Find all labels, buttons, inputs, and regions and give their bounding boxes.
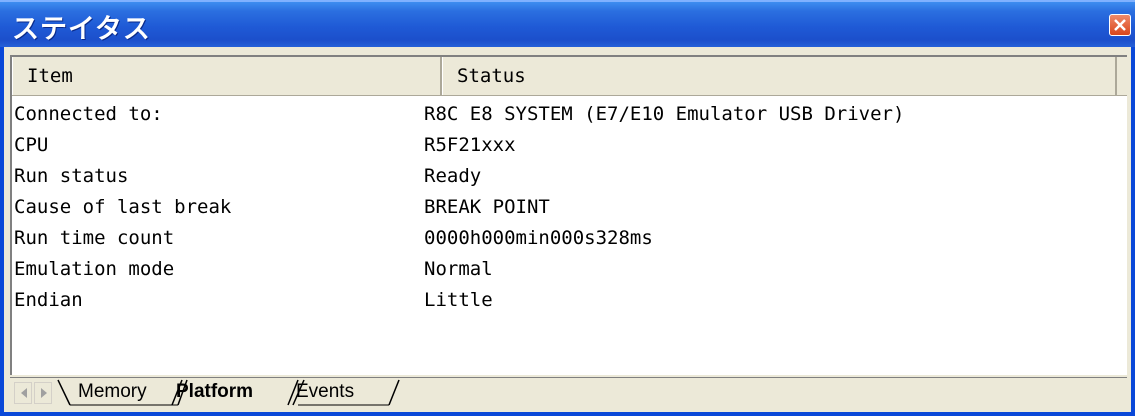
tab-scroll-left-button[interactable] (14, 382, 32, 404)
row-item: Connected to: (14, 103, 163, 125)
arrow-right-icon (41, 388, 47, 398)
row-status: 0000h000min000s328ms (424, 227, 653, 249)
row-status: R5F21xxx (424, 134, 516, 156)
tab-memory[interactable]: Memory (78, 378, 147, 406)
table-row[interactable]: Endian Little (12, 285, 1127, 316)
row-status: BREAK POINT (424, 196, 550, 218)
close-icon (1114, 19, 1126, 31)
table-row[interactable]: CPU R5F21xxx (12, 130, 1127, 161)
row-item: CPU (14, 134, 49, 156)
row-status: R8C E8 SYSTEM (E7/E10 Emulator USB Drive… (424, 103, 905, 125)
status-table: Item Status Connected to: R8C E8 SYSTEM … (10, 55, 1127, 375)
column-header-item[interactable]: Item (12, 57, 442, 95)
table-row[interactable]: Run status Ready (12, 161, 1127, 192)
row-item: Run time count (14, 227, 175, 249)
table-row[interactable]: Run time count 0000h000min000s328ms (12, 223, 1127, 254)
table-row[interactable]: Cause of last break BREAK POINT (12, 192, 1127, 223)
status-window: ステイタス Item Status Connected to: R8C E8 S… (0, 0, 1135, 416)
row-item: Cause of last break (14, 196, 232, 218)
row-status: Normal (424, 258, 493, 280)
row-item: Emulation mode (14, 258, 175, 280)
close-button[interactable] (1109, 14, 1131, 36)
window-title: ステイタス (12, 14, 151, 45)
row-status: Ready (424, 165, 482, 187)
title-bar[interactable]: ステイタス (0, 0, 1135, 47)
table-body: Connected to: R8C E8 SYSTEM (E7/E10 Emul… (12, 99, 1127, 316)
column-header-status[interactable]: Status (442, 57, 1117, 95)
tab-events[interactable]: Events (296, 378, 354, 406)
window-frame-left (0, 47, 4, 416)
tab-platform[interactable]: Platform (176, 378, 253, 406)
window-frame-bottom (0, 412, 1135, 416)
row-status: Little (424, 289, 493, 311)
tab-bar: Memory Platform Events (10, 377, 1127, 409)
row-item: Run status (14, 165, 129, 187)
tab-scroll-right-button[interactable] (34, 382, 52, 404)
table-header: Item Status (12, 57, 1127, 96)
table-row[interactable]: Connected to: R8C E8 SYSTEM (E7/E10 Emul… (12, 99, 1127, 130)
arrow-left-icon (21, 388, 27, 398)
row-item: Endian (14, 289, 83, 311)
table-row[interactable]: Emulation mode Normal (12, 254, 1127, 285)
window-frame-right (1131, 47, 1135, 416)
